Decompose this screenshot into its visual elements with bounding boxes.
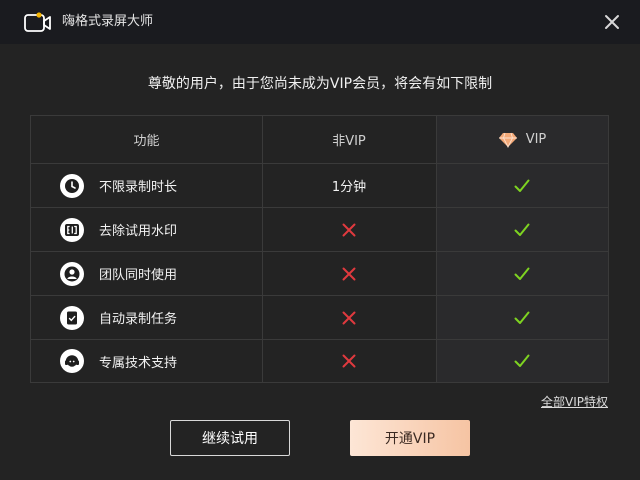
- cross-icon: [342, 311, 356, 324]
- table-row: 去除试用水印: [31, 208, 608, 252]
- clock-icon: [60, 173, 84, 198]
- table-row: 自动录制任务: [31, 296, 608, 340]
- window-title: 嗨格式录屏大师: [62, 14, 154, 29]
- feature-label: 去除试用水印: [99, 224, 178, 239]
- open-vip-button[interactable]: 开通VIP: [350, 420, 470, 456]
- watermark-icon: [60, 217, 84, 242]
- check-icon: [514, 223, 530, 236]
- all-vip-privileges-link[interactable]: 全部VIP特权: [541, 394, 608, 410]
- diamond-icon: [498, 132, 517, 148]
- task-icon: [60, 305, 84, 330]
- table-row: 不限录制时长 1分钟: [31, 164, 608, 208]
- check-icon: [514, 179, 530, 192]
- table-row: 团队同时使用: [31, 252, 608, 296]
- cross-icon: [342, 223, 356, 236]
- feature-label: 专属技术支持: [99, 355, 178, 371]
- feature-label: 自动录制任务: [99, 312, 178, 327]
- header-non-vip: 非VIP: [332, 134, 366, 149]
- header-vip: VIP: [498, 132, 547, 148]
- vip-comparison-table: 功能 非VIP VIP 不限录制时长 1分钟 去除试用水印 团队同时使用 自动录…: [30, 115, 609, 383]
- title-bar: 嗨格式录屏大师: [0, 0, 640, 44]
- cross-icon: [342, 267, 356, 280]
- user-icon: [60, 261, 84, 286]
- table-header-row: 功能 非VIP VIP: [31, 116, 608, 164]
- close-button[interactable]: [602, 12, 622, 32]
- check-icon: [514, 354, 530, 367]
- support-headset-icon: [60, 349, 84, 373]
- continue-trial-button[interactable]: 继续试用: [170, 420, 290, 456]
- feature-label: 团队同时使用: [99, 268, 178, 283]
- video-camera-icon: [24, 11, 52, 33]
- cross-icon: [342, 354, 356, 368]
- check-icon: [514, 311, 530, 324]
- header-vip-label: VIP: [525, 132, 547, 147]
- close-icon: [605, 15, 619, 29]
- non-vip-value: 1分钟: [331, 180, 367, 195]
- check-icon: [514, 267, 530, 280]
- header-feature: 功能: [133, 134, 160, 149]
- restriction-headline: 尊敬的用户，由于您尚未成为VIP会员，将会有如下限制: [147, 76, 493, 92]
- table-row: 专属技术支持: [31, 340, 608, 382]
- feature-label: 不限录制时长: [99, 180, 178, 195]
